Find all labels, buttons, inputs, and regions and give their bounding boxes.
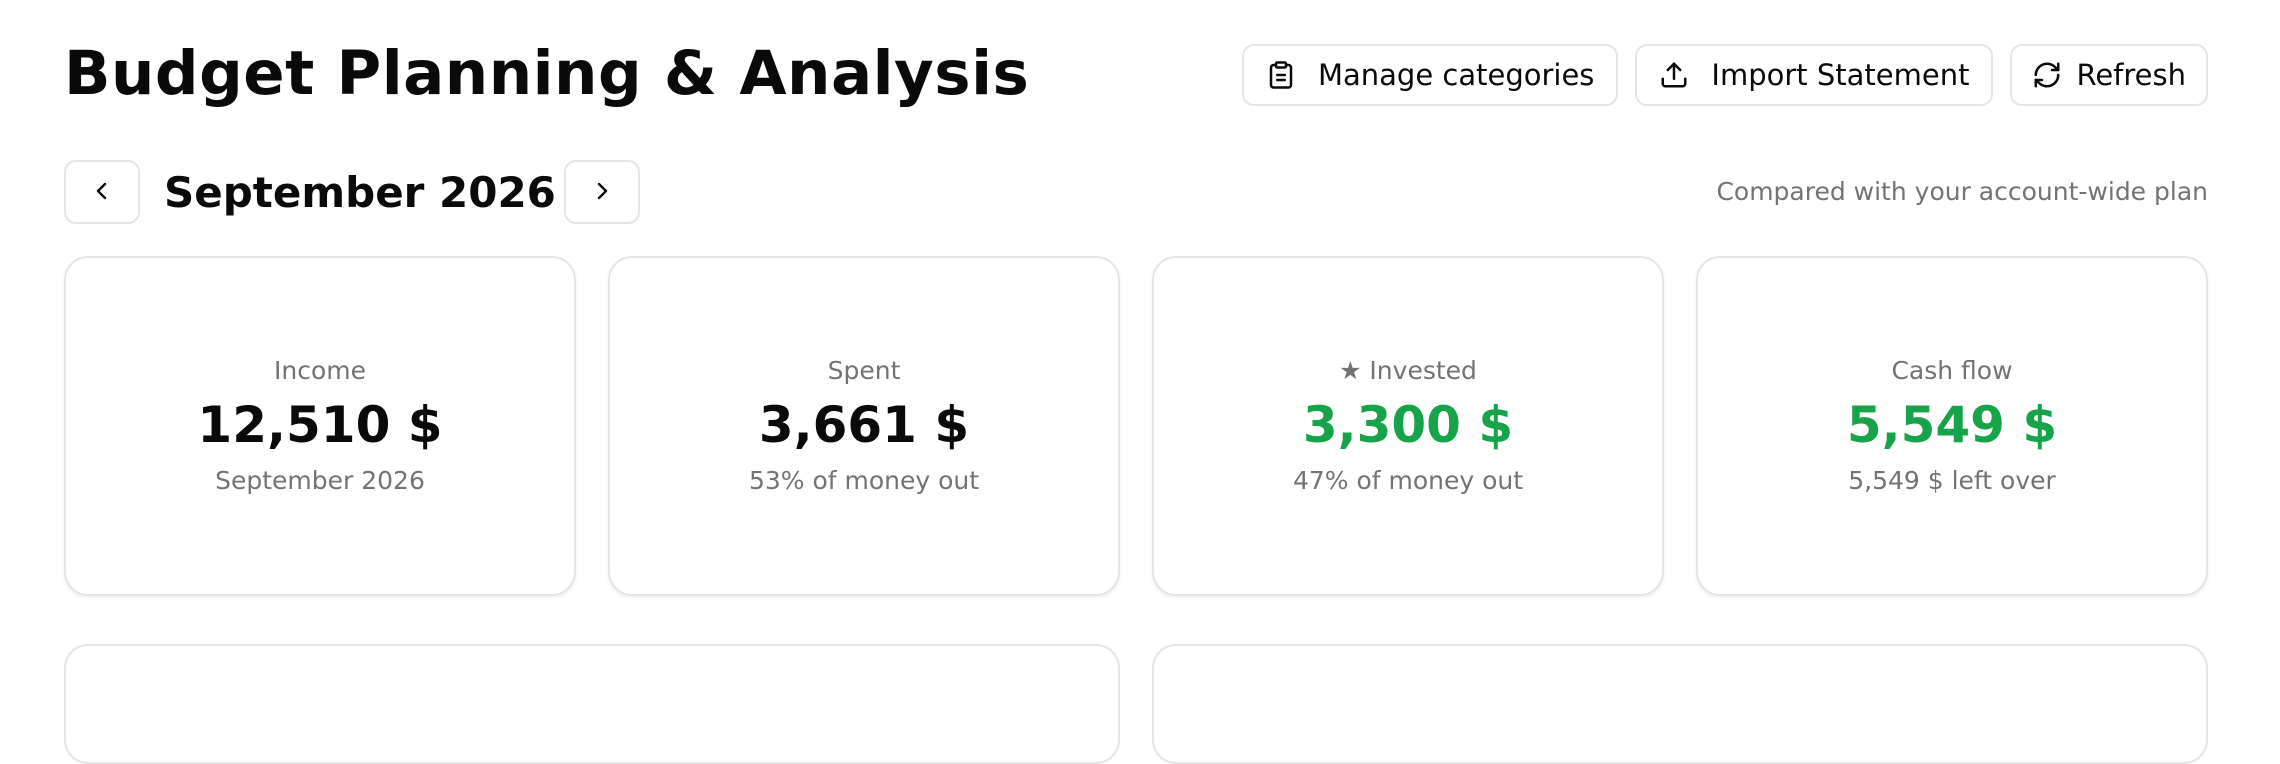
cash-flow-value: 5,549 $ <box>1846 396 2058 454</box>
previous-month-button[interactable] <box>64 160 140 224</box>
header-actions: Manage categories Import Statement Refre… <box>1241 44 2208 106</box>
period-navigation: September 2026 Compared with your accoun… <box>64 160 2208 226</box>
upload-icon <box>1659 60 1689 90</box>
spent-value: 3,661 $ <box>758 396 970 454</box>
right-panel <box>1152 644 2208 764</box>
invested-share: 47% of money out <box>1292 466 1524 495</box>
cash-flow-label: Cash flow <box>1891 356 2013 385</box>
left-panel <box>64 644 1120 764</box>
summary-cards: Income 12,510 $ September 2026 Spent 3,6… <box>64 256 2208 598</box>
cash-flow-card: Cash flow 5,549 $ 5,549 $ left over <box>1696 256 2208 596</box>
income-value: 12,510 $ <box>197 396 443 454</box>
income-period: September 2026 <box>215 466 425 495</box>
page-title: Budget Planning & Analysis <box>64 38 1030 109</box>
import-statement-button[interactable]: Import Statement <box>1635 44 1994 106</box>
refresh-icon <box>2032 60 2062 90</box>
refresh-label: Refresh <box>2076 58 2186 92</box>
refresh-button[interactable]: Refresh <box>2010 44 2208 106</box>
invested-card: ★ Invested 3,300 $ 47% of money out <box>1152 256 1664 596</box>
clipboard-icon <box>1266 60 1296 90</box>
page-header: Budget Planning & Analysis Manage catego… <box>64 38 2208 110</box>
invested-label: ★ Invested <box>1339 356 1477 385</box>
spent-card: Spent 3,661 $ 53% of money out <box>608 256 1120 596</box>
spent-share: 53% of money out <box>748 466 980 495</box>
current-month-label: September 2026 <box>164 168 556 217</box>
manage-categories-label: Manage categories <box>1317 58 1595 92</box>
chevron-right-icon <box>590 179 614 206</box>
spent-label: Spent <box>827 356 901 385</box>
cash-flow-leftover: 5,549 $ left over <box>1848 466 2056 495</box>
next-month-button[interactable] <box>564 160 640 224</box>
comparison-note: Compared with your account-wide plan <box>1716 177 2208 206</box>
chevron-left-icon <box>90 179 114 206</box>
invested-value: 3,300 $ <box>1302 396 1514 454</box>
manage-categories-button[interactable]: Manage categories <box>1241 44 1619 106</box>
income-card: Income 12,510 $ September 2026 <box>64 256 576 596</box>
income-label: Income <box>274 356 366 385</box>
import-statement-label: Import Statement <box>1711 58 1970 92</box>
